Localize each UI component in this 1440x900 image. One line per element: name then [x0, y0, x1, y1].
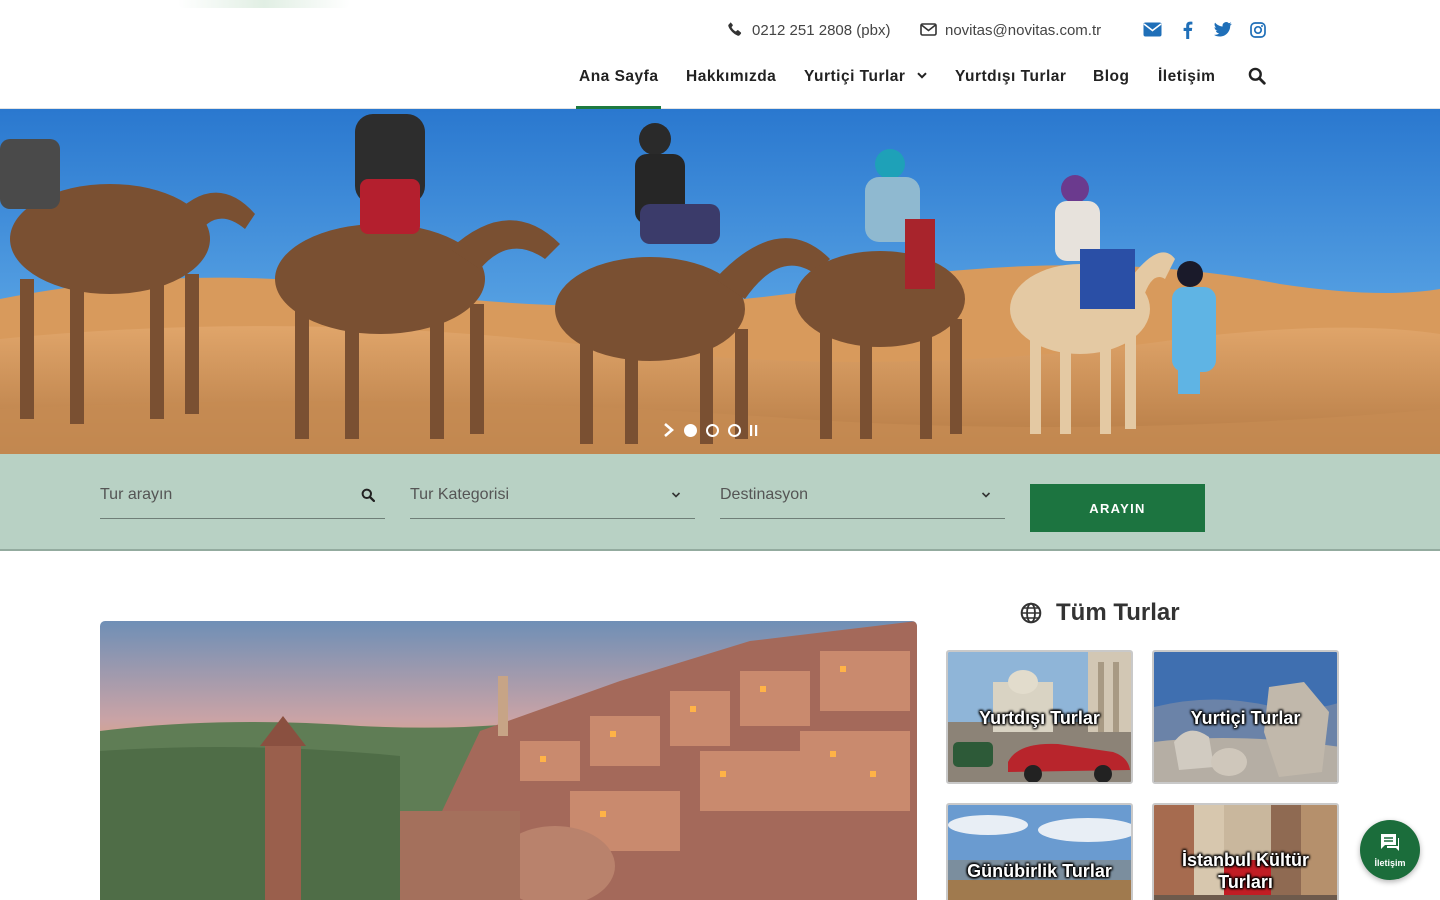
email-address: novitas@novitas.com.tr: [945, 21, 1102, 39]
tile-label-line-1: İstanbul Kültür: [1182, 850, 1309, 870]
tile-label: İstanbul Kültür Turları: [1154, 849, 1337, 893]
chevron-down-icon: [981, 486, 995, 500]
tour-search-input[interactable]: Tur arayın: [100, 484, 385, 519]
tile-label: Yurtiçi Turlar: [1190, 708, 1301, 728]
globe-icon: [1020, 602, 1042, 624]
destination-select[interactable]: Destinasyon: [720, 484, 1005, 519]
search-submit-button[interactable]: ARAYIN: [1030, 484, 1205, 532]
chevron-down-icon: [671, 486, 685, 500]
envelope-icon[interactable]: [1142, 19, 1163, 40]
email-contact[interactable]: novitas@novitas.com.tr: [920, 19, 1101, 41]
envelope-outline-icon: [920, 21, 938, 39]
nav-yurtdisi-turlar[interactable]: Yurtdışı Turlar: [955, 58, 1066, 109]
social-links: [1142, 19, 1268, 40]
phone-icon: [727, 21, 745, 39]
phone-contact[interactable]: 0212 251 2808 (pbx): [727, 19, 890, 41]
search-icon[interactable]: [361, 488, 376, 503]
tour-category-select[interactable]: Tur Kategorisi: [410, 484, 695, 519]
tour-category-label: Tur Kategorisi: [410, 486, 509, 503]
tour-search-bar: Tur arayın Tur Kategorisi Destinasyon AR…: [0, 454, 1440, 551]
all-tours-title: Tüm Turlar: [1056, 599, 1180, 626]
contact-chat-button[interactable]: İletişim: [1360, 820, 1420, 880]
twitter-icon[interactable]: [1212, 19, 1233, 40]
featured-image-mardin[interactable]: [100, 621, 917, 900]
tile-gunubirlik-turlar[interactable]: Günübirlik Turlar: [946, 803, 1133, 900]
nav-iletisim[interactable]: İletişim: [1158, 58, 1215, 109]
tile-label: Günübirlik Turlar: [967, 861, 1112, 881]
nav-yurtici-label: Yurtiçi Turlar: [804, 68, 906, 85]
tile-istanbul-kultur-turlari[interactable]: İstanbul Kültür Turları: [1152, 803, 1339, 900]
chevron-down-icon: [917, 72, 928, 79]
tile-label-line-2: Turları: [1218, 872, 1273, 892]
slider-dot-1[interactable]: [684, 423, 697, 437]
hero-slider: [0, 109, 1440, 454]
destination-label: Destinasyon: [720, 486, 809, 503]
chat-label: İletişim: [1374, 858, 1406, 868]
next-arrow-icon[interactable]: [663, 423, 675, 437]
nav-blog[interactable]: Blog: [1093, 58, 1129, 109]
nav-yurtici-turlar[interactable]: Yurtiçi Turlar: [804, 58, 928, 109]
logo[interactable]: [178, 0, 350, 8]
nav-ana-sayfa[interactable]: Ana Sayfa: [575, 58, 662, 109]
nav-hakkimizda[interactable]: Hakkımızda: [686, 58, 776, 109]
facebook-icon[interactable]: [1177, 19, 1198, 40]
tile-yurtdisi-turlar[interactable]: Yurtdışı Turlar: [946, 650, 1133, 784]
hero-image-desert-camels: [0, 109, 1440, 454]
instagram-icon[interactable]: [1247, 19, 1268, 40]
all-tours-heading: Tüm Turlar: [1020, 599, 1180, 627]
slider-dot-2[interactable]: [706, 423, 719, 437]
tile-image-day-trips: [948, 805, 1131, 900]
phone-number: 0212 251 2808 (pbx): [752, 21, 891, 39]
pause-icon[interactable]: [750, 424, 758, 437]
search-icon[interactable]: [1248, 67, 1268, 87]
tile-yurtici-turlar[interactable]: Yurtiçi Turlar: [1152, 650, 1339, 784]
site-header: 0212 251 2808 (pbx) novitas@novitas.com.…: [0, 0, 1440, 109]
featured-image-graphic: [100, 621, 917, 900]
tile-label: Yurtdışı Turlar: [979, 708, 1100, 728]
main-navigation: Ana Sayfa Hakkımızda Yurtiçi Turlar Yurt…: [0, 58, 1440, 109]
chat-bubble-icon: [1379, 832, 1401, 854]
slider-dot-3[interactable]: [728, 423, 741, 437]
tour-search-placeholder: Tur arayın: [100, 486, 173, 503]
slider-controls: [663, 423, 758, 437]
